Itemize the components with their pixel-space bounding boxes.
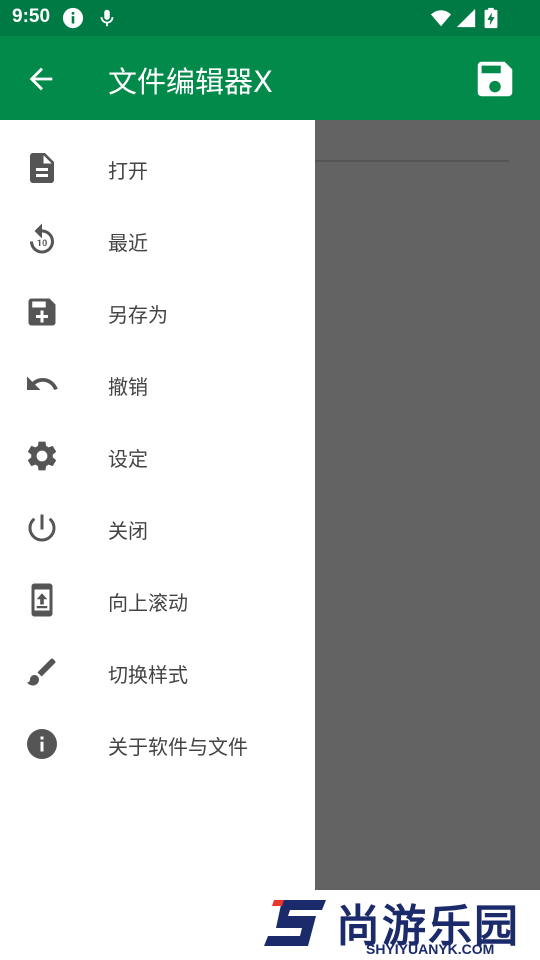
drawer-item-close[interactable]: 关闭 [0,492,315,564]
brush-icon [27,658,56,686]
drawer-item-label: 设定 [108,447,148,471]
mic-icon [100,9,114,27]
save-icon[interactable] [472,56,518,102]
info-icon [62,7,84,29]
drawer-item-label: 最近 [108,231,148,255]
arrow-back-icon[interactable] [24,62,58,96]
drawer-item-about[interactable]: 关于软件与文件 [0,708,315,780]
signal-icon [456,8,476,28]
drawer-item-label: 关于软件与文件 [108,735,248,759]
drawer-scrim[interactable] [315,120,540,890]
app-bar: 文件编辑器X [0,36,540,120]
drawer-item-open[interactable]: 打开 [0,132,315,204]
drawer-item-settings[interactable]: 设定 [0,420,315,492]
drawer-item-undo[interactable]: 撤销 [0,348,315,420]
replay-10-icon [30,223,54,254]
status-bar: 9:50 [0,0,540,36]
watermark-url: SHYIYUANYK.COM [366,941,495,957]
wifi-icon [430,10,452,27]
drawer-item-label: 撤销 [108,375,148,399]
navigation-drawer: 打开 最近 另存为 撤销 设定 关闭 向上滚动 切换样式 关于软件与文件 [0,120,315,890]
drawer-item-label: 打开 [108,159,148,183]
drawer-item-label: 切换样式 [108,663,188,687]
drawer-item-scroll-up[interactable]: 向上滚动 [0,564,315,636]
battery-charging-icon [484,7,498,29]
drawer-item-label: 向上滚动 [108,591,188,615]
phone-scroll-up-icon [31,583,53,617]
watermark-banner: 尚游乐园 SHYIYUANYK.COM [0,890,540,960]
undo-icon [27,376,58,390]
save-plus-icon [28,298,56,326]
status-time: 9:50 [12,6,51,27]
file-icon [30,153,54,183]
drawer-item-save-as[interactable]: 另存为 [0,276,315,348]
watermark-logo-icon [264,900,326,946]
content-divider [315,160,509,162]
drawer-item-label: 另存为 [108,303,168,327]
power-icon [28,514,56,542]
info-icon [27,729,57,759]
page-title: 文件编辑器X [108,65,273,99]
drawer-item-label: 关闭 [108,519,148,543]
drawer-item-toggle-style[interactable]: 切换样式 [0,636,315,708]
gear-icon [27,441,57,471]
drawer-item-recent[interactable]: 最近 [0,204,315,276]
